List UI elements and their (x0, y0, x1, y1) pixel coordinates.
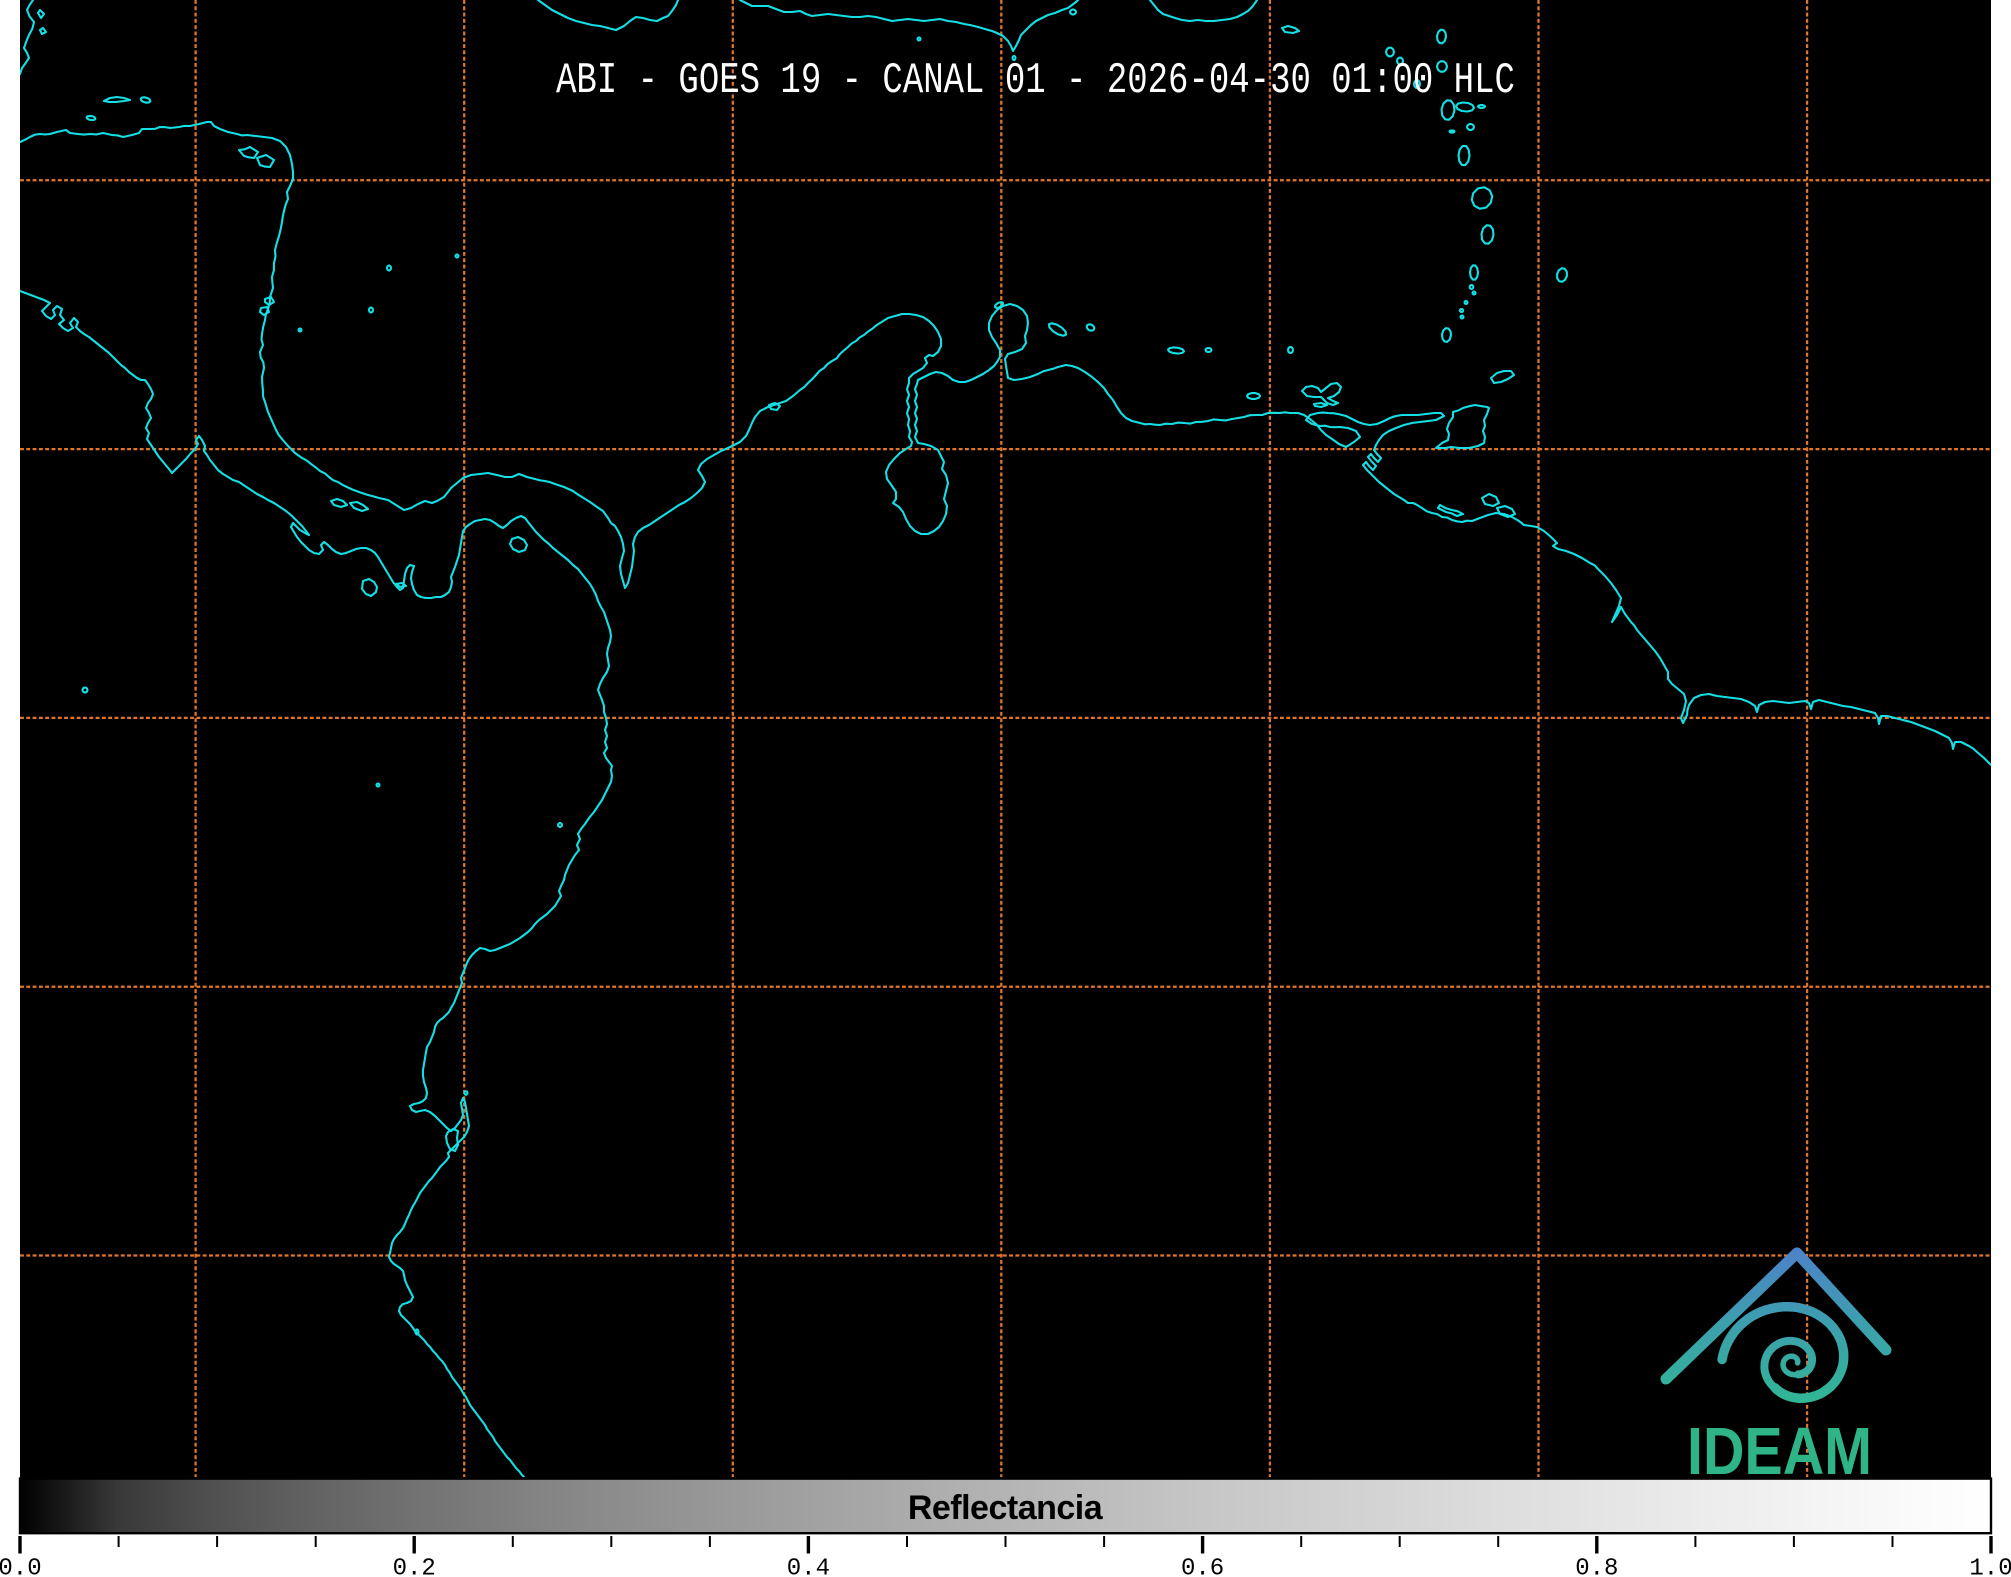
svg-text:1.0: 1.0 (1969, 1556, 2011, 1577)
svg-text:0.0: 0.0 (0, 1556, 42, 1577)
svg-text:0.2: 0.2 (393, 1556, 436, 1577)
svg-text:Reflectancia: Reflectancia (908, 1489, 1104, 1527)
svg-text:0.6: 0.6 (1181, 1556, 1224, 1577)
svg-text:0.4: 0.4 (787, 1556, 830, 1577)
svg-text:ABI - GOES 19 - CANAL 01 - 202: ABI - GOES 19 - CANAL 01 - 2026-04-30 01… (556, 56, 1515, 105)
svg-text:0.8: 0.8 (1575, 1556, 1618, 1577)
